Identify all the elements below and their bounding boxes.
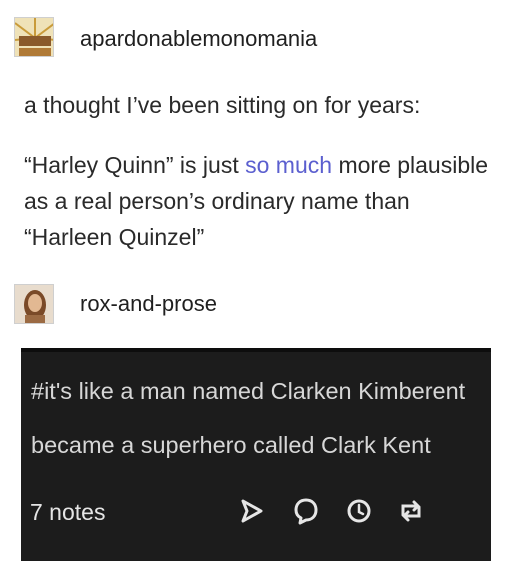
paragraph-text: a thought I’ve been sitting on for years… — [24, 92, 421, 118]
post-paragraph: “Harley Quinn” is just so much more plau… — [24, 147, 494, 255]
avatar-apardonablemonomania[interactable] — [14, 17, 54, 57]
avatar-image — [15, 285, 53, 323]
post-username[interactable]: rox-and-prose — [80, 291, 217, 317]
post-paragraph: a thought I’ve been sitting on for years… — [24, 87, 494, 123]
tags-text: #it's like a man named Clarken Kimberent… — [31, 364, 486, 472]
reblog-icon[interactable] — [394, 494, 428, 528]
highlighted-text: so much — [245, 152, 333, 178]
share-icon[interactable] — [234, 494, 268, 528]
reply-icon[interactable] — [289, 494, 323, 528]
tags-panel: #it's like a man named Clarken Kimberent… — [21, 348, 491, 561]
history-icon[interactable] — [342, 494, 376, 528]
post-username[interactable]: apardonablemonomania — [80, 26, 317, 52]
tag-line[interactable]: became a superhero called Clark Kent — [31, 418, 486, 472]
avatar-rox-and-prose[interactable] — [14, 284, 54, 324]
avatar-image — [15, 18, 53, 56]
paragraph-text: “Harley Quinn” is just — [24, 152, 246, 178]
tag-line[interactable]: #it's like a man named Clarken Kimberent — [31, 364, 486, 418]
notes-count[interactable]: 7 notes — [30, 499, 105, 526]
